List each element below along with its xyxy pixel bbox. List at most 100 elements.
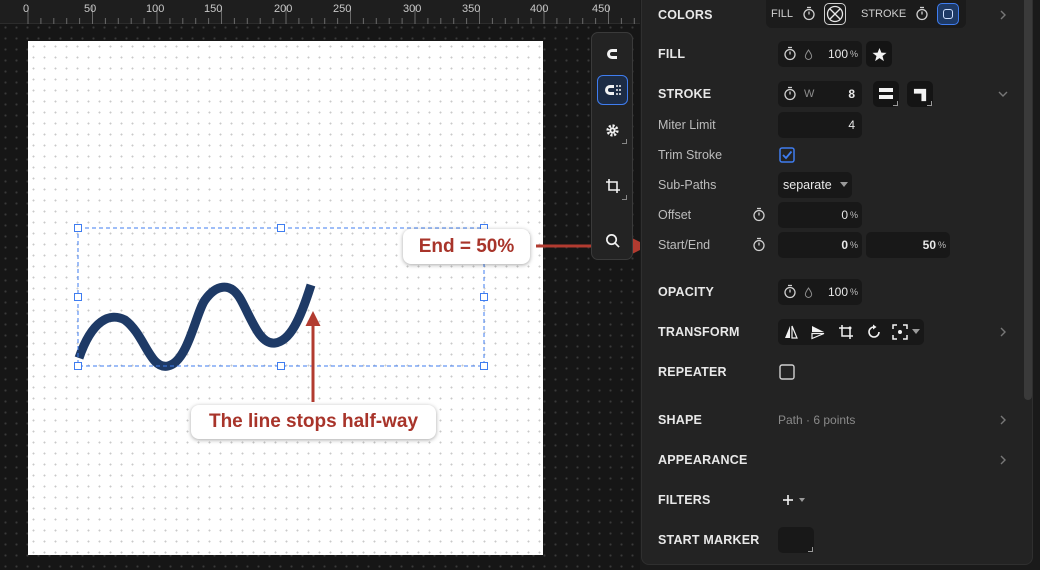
snap-magnet-button[interactable] xyxy=(597,39,628,69)
shape-row[interactable]: SHAPE Path · 6 points xyxy=(642,405,1034,435)
repeater-section-label: REPEATER xyxy=(658,365,727,379)
stroke-align-icon xyxy=(879,88,893,99)
chevron-down-icon[interactable] xyxy=(996,87,1010,101)
resize-handle-top-left[interactable] xyxy=(74,224,82,232)
stroke-color-swatch[interactable] xyxy=(937,3,959,25)
percent-unit: % xyxy=(849,240,858,250)
settings-button[interactable] xyxy=(597,115,628,145)
submenu-corner xyxy=(808,547,813,552)
focus-center-icon[interactable] xyxy=(892,324,908,340)
fill-none-swatch[interactable] xyxy=(824,3,846,25)
chevron-right-icon[interactable] xyxy=(996,413,1010,427)
resize-handle-bottom-right[interactable] xyxy=(480,362,488,370)
repeater-checkbox[interactable] xyxy=(779,364,795,380)
resize-handle-left[interactable] xyxy=(74,293,82,301)
fill-opacity-field[interactable]: 100 % xyxy=(778,41,862,67)
stroke-width-label: W xyxy=(804,88,815,100)
fill-section-label: FILL xyxy=(658,47,686,61)
stopwatch-icon[interactable] xyxy=(783,86,797,101)
flip-vertical-icon[interactable] xyxy=(810,324,826,340)
trim-end-value: 50 xyxy=(922,238,936,252)
offset-row: Offset 0 % xyxy=(642,200,1034,230)
transform-tools xyxy=(778,319,924,345)
start-marker-row: START MARKER xyxy=(642,525,1034,555)
callout-half-way-label: The line stops half-way xyxy=(191,405,436,439)
stroke-swatch-icon xyxy=(943,9,953,19)
magnet-icon xyxy=(606,49,617,59)
percent-unit: % xyxy=(849,287,858,297)
resize-handle-bottom[interactable] xyxy=(277,362,285,370)
stopwatch-icon[interactable] xyxy=(752,237,766,252)
colors-row: COLORS FILL STROKE xyxy=(642,0,1034,30)
chevron-right-icon[interactable] xyxy=(996,325,1010,339)
trim-start-field[interactable]: 0 % xyxy=(778,232,862,258)
resize-handle-top[interactable] xyxy=(277,224,285,232)
stroke-align-button[interactable] xyxy=(873,81,899,107)
add-filter-button[interactable] xyxy=(780,491,814,509)
floating-toolbar xyxy=(591,32,633,260)
rotate-icon[interactable] xyxy=(866,324,882,340)
miter-limit-field[interactable]: 4 xyxy=(778,112,862,138)
offset-field[interactable]: 0 % xyxy=(778,202,862,228)
crop-icon xyxy=(605,179,620,193)
submenu-corner xyxy=(893,101,898,106)
stopwatch-icon[interactable] xyxy=(802,6,816,21)
offset-value: 0 xyxy=(841,208,848,222)
opacity-field[interactable]: 100 % xyxy=(778,279,862,305)
colors-section-label: COLORS xyxy=(658,8,713,22)
stopwatch-icon[interactable] xyxy=(752,207,766,222)
fill-favorite-button[interactable] xyxy=(866,41,892,67)
submenu-corner xyxy=(622,195,627,200)
percent-unit: % xyxy=(849,210,858,220)
ruler-label: 50 xyxy=(84,3,97,15)
resize-handle-bottom-left[interactable] xyxy=(74,362,82,370)
filters-section-label: FILTERS xyxy=(658,493,711,507)
ruler-label: 450 xyxy=(592,3,611,15)
flip-horizontal-icon[interactable] xyxy=(783,324,799,340)
ruler-label: 0 xyxy=(23,3,30,15)
search-button[interactable] xyxy=(597,225,628,255)
start-marker-picker[interactable] xyxy=(778,527,814,553)
resize-handle-right[interactable] xyxy=(480,293,488,301)
start-end-label: Start/End xyxy=(658,238,711,252)
magnet-grid-icon xyxy=(604,85,621,95)
callout-end-label: End = 50% xyxy=(403,229,530,264)
trim-stroke-label: Trim Stroke xyxy=(658,148,723,162)
gear-icon xyxy=(606,123,619,137)
repeater-row: REPEATER xyxy=(642,357,1034,387)
horizontal-ruler: 0 50 100 150 200 250 300 350 400 450 xyxy=(0,0,640,24)
canvas-workspace[interactable]: 0 50 100 150 200 250 300 350 400 450 End… xyxy=(0,0,640,570)
stopwatch-icon[interactable] xyxy=(783,46,797,61)
appearance-section-label: APPEARANCE xyxy=(658,453,748,467)
miter-limit-label: Miter Limit xyxy=(658,118,716,132)
opacity-value: 100 xyxy=(827,285,848,299)
crop-frame-button[interactable] xyxy=(597,171,628,201)
stroke-join-button[interactable] xyxy=(907,81,933,107)
panel-scrollbar[interactable] xyxy=(1024,0,1032,400)
stopwatch-icon[interactable] xyxy=(915,6,929,21)
snap-grid-button[interactable] xyxy=(597,75,628,105)
ruler-label: 150 xyxy=(204,3,223,15)
no-fill-icon xyxy=(826,5,844,23)
sub-paths-select[interactable]: separate xyxy=(778,172,852,198)
trim-start-value: 0 xyxy=(841,238,848,252)
colors-swatch-group: FILL STROKE xyxy=(766,0,966,28)
chevron-right-icon[interactable] xyxy=(996,8,1010,22)
artboard[interactable] xyxy=(28,41,543,555)
stroke-width-field[interactable]: W 8 xyxy=(778,81,862,107)
trim-end-field[interactable]: 50 % xyxy=(866,232,950,258)
submenu-corner xyxy=(622,139,627,144)
stroke-row: STROKE W 8 xyxy=(642,79,1034,109)
stopwatch-icon[interactable] xyxy=(783,284,797,299)
caret-down-icon[interactable] xyxy=(912,329,920,335)
crop-transform-icon[interactable] xyxy=(838,324,854,340)
appearance-row[interactable]: APPEARANCE xyxy=(642,445,1034,475)
shape-section-label: SHAPE xyxy=(658,413,703,427)
sub-paths-label: Sub-Paths xyxy=(658,178,717,192)
chevron-right-icon[interactable] xyxy=(996,453,1010,467)
ruler-label: 350 xyxy=(462,3,481,15)
opacity-row: OPACITY 100 % xyxy=(642,277,1034,307)
transform-section-label: TRANSFORM xyxy=(658,325,740,339)
submenu-corner xyxy=(927,101,932,106)
trim-stroke-checkbox[interactable] xyxy=(779,147,795,163)
